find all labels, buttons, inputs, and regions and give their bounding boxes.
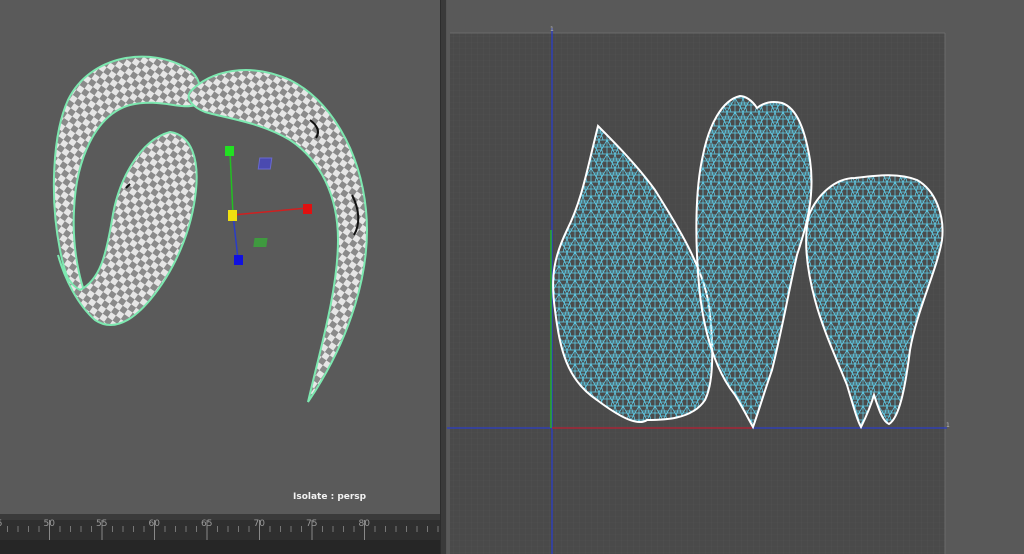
gizmo-xz-plane-handle[interactable] — [257, 157, 273, 170]
timeline-frame-label: 45 — [0, 519, 2, 529]
uv-editor-panel[interactable]: 1 1 — [447, 0, 1024, 554]
timeline-frame-label: 80 — [359, 519, 371, 529]
gizmo-x-axis[interactable] — [232, 207, 308, 216]
mesh-right-ribbon[interactable] — [187, 69, 368, 403]
gizmo-y-axis[interactable] — [229, 151, 234, 216]
timeline-frame-label: 70 — [254, 519, 266, 529]
gizmo-xy-plane-handle[interactable] — [253, 238, 268, 247]
time-slider[interactable]: 45 50 55 60 65 70 75 80 — [0, 514, 440, 554]
gizmo-y-handle[interactable] — [225, 146, 234, 156]
perspective-viewport[interactable]: Isolate : persp — [0, 0, 440, 514]
timeline-frame-label: 60 — [149, 519, 161, 529]
timeline-frame-label: 55 — [96, 519, 107, 529]
uv-canvas[interactable]: 1 1 — [447, 0, 1024, 554]
time-slider-ruler[interactable]: 45 50 55 60 65 70 75 80 — [0, 514, 440, 554]
viewport-canvas[interactable] — [0, 0, 440, 514]
gizmo-center-handle[interactable] — [228, 210, 237, 221]
timeline-frame-label: 65 — [201, 519, 212, 529]
gizmo-z-handle[interactable] — [234, 255, 243, 265]
uv-axis-label-right: 1 — [946, 422, 950, 429]
gizmo-z-axis[interactable] — [232, 214, 239, 260]
timeline-frame-label: 75 — [306, 519, 317, 529]
isolate-label: Isolate : persp — [293, 492, 367, 502]
gizmo-x-handle[interactable] — [303, 204, 312, 214]
pane-divider[interactable] — [440, 0, 447, 554]
uv-axis-label-top: 1 — [550, 26, 554, 33]
timeline-frame-label: 50 — [44, 519, 56, 529]
